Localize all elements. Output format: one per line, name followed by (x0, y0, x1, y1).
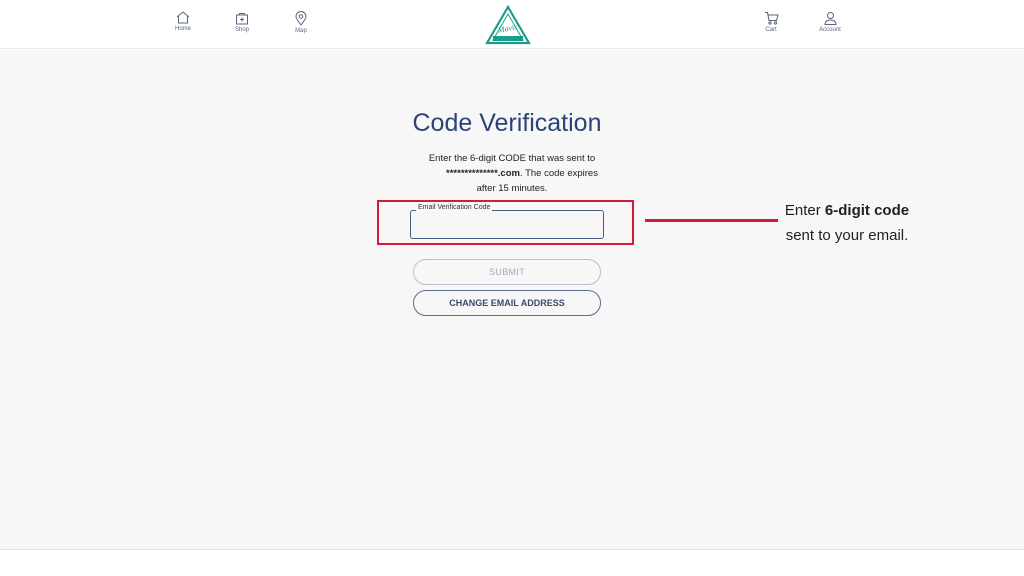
cart-icon (764, 12, 779, 25)
verification-code-label: Email Verification Code (416, 204, 493, 211)
masked-email: **************.com (446, 168, 520, 179)
triangle-logo-icon: Mavis (485, 4, 531, 45)
nav-home-label: Home (174, 26, 191, 32)
annotation-pointer-line (645, 219, 778, 222)
nav-account[interactable]: Account (810, 11, 850, 33)
callout-bold: 6-digit code (824, 202, 910, 219)
nav-home[interactable]: Home (163, 11, 203, 32)
brand-logo[interactable]: Mavis (485, 4, 531, 45)
verification-description: Enter the 6-digit CODE that was sent to … (407, 151, 617, 196)
submit-button[interactable]: SUBMIT (413, 259, 601, 285)
shop-icon (236, 13, 248, 25)
account-icon (823, 12, 837, 25)
desc-line-2: . The code expires (519, 168, 598, 179)
page-title: Code Verification (412, 109, 602, 137)
nav-shop-label: Shop (234, 27, 249, 33)
redacted-email-prefix (426, 168, 447, 178)
map-pin-icon (295, 11, 307, 26)
verification-code-input[interactable] (411, 211, 603, 238)
top-nav-bar: Home Shop Map Mavis Cart Account (0, 0, 1024, 49)
callout-prefix: Enter (784, 202, 825, 219)
desc-line-1: Enter the 6-digit CODE that was sent to (428, 153, 596, 164)
nav-cart-label: Cart (765, 27, 777, 33)
footer-divider (0, 549, 1024, 550)
nav-cart[interactable]: Cart (751, 11, 791, 33)
nav-map-label: Map (295, 28, 307, 34)
desc-line-3: after 15 minutes. (476, 183, 548, 194)
nav-account-label: Account (819, 27, 841, 33)
nav-shop[interactable]: Shop (222, 11, 262, 33)
change-email-button[interactable]: CHANGE EMAIL ADDRESS (413, 290, 601, 316)
annotation-callout: Enter 6-digit code sent to your email. (770, 198, 924, 248)
nav-map[interactable]: Map (281, 11, 321, 34)
home-icon (176, 11, 190, 24)
callout-line-2: sent to your email. (785, 227, 909, 244)
verification-code-field[interactable] (410, 210, 604, 239)
